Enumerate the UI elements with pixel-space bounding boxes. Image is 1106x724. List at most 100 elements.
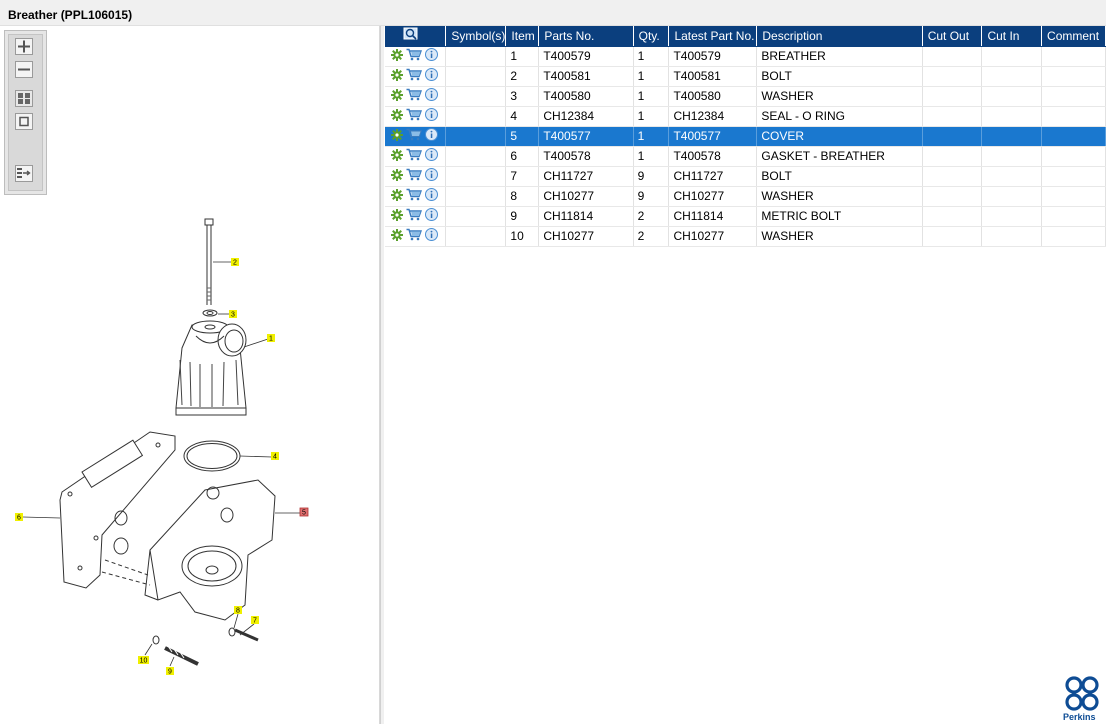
callout-2-label: 2: [233, 260, 237, 267]
cell-item: 7: [505, 166, 540, 187]
cell-latest-part-no: T400579: [668, 46, 758, 67]
cell-cut-out: [922, 186, 983, 207]
table-row[interactable]: 3 T400580 1 T400580 WASHER: [385, 86, 1106, 107]
list-view-icon[interactable]: [15, 165, 33, 182]
cell-parts-no: T400578: [538, 146, 634, 167]
gear-icon[interactable]: [391, 228, 403, 244]
info-icon[interactable]: [425, 48, 438, 64]
column-header-symbols[interactable]: Symbol(s): [445, 26, 507, 47]
info-icon[interactable]: [425, 128, 438, 144]
table-row[interactable]: 1 T400579 1 T400579 BREATHER: [385, 46, 1106, 67]
gear-icon[interactable]: [391, 128, 403, 144]
gear-icon[interactable]: [391, 208, 403, 224]
cart-icon[interactable]: [406, 188, 422, 204]
table-row[interactable]: 4 CH12384 1 CH12384 SEAL - O RING: [385, 106, 1106, 127]
row-actions: [385, 66, 447, 87]
cell-item: 8: [505, 186, 540, 207]
info-icon[interactable]: [425, 208, 438, 224]
cell-description: COVER: [756, 126, 923, 147]
table-row[interactable]: 8 CH10277 9 CH10277 WASHER: [385, 186, 1106, 207]
cart-icon[interactable]: [406, 228, 422, 244]
callout-4-label: 4: [273, 454, 277, 461]
info-icon[interactable]: [425, 228, 438, 244]
cart-icon[interactable]: [406, 88, 422, 104]
zoom-in-icon[interactable]: [15, 38, 33, 55]
gear-icon[interactable]: [391, 88, 403, 104]
cart-icon[interactable]: [406, 68, 422, 84]
row-actions: [385, 186, 447, 207]
cell-cut-out: [922, 66, 983, 87]
actual-size-icon[interactable]: [15, 113, 33, 130]
gear-icon[interactable]: [391, 148, 403, 164]
cell-parts-no: CH11727: [538, 166, 634, 187]
cart-icon[interactable]: [406, 48, 422, 64]
column-header-cut-out[interactable]: Cut Out: [922, 26, 983, 47]
table-row[interactable]: 10 CH10277 2 CH10277 WASHER: [385, 226, 1106, 247]
row-actions: [385, 146, 447, 167]
title-bar: Breather (PPL106015): [0, 0, 1106, 26]
callout-3-label: 3: [231, 312, 235, 319]
info-icon[interactable]: [425, 88, 438, 104]
cell-description: METRIC BOLT: [756, 206, 923, 227]
info-icon[interactable]: [425, 148, 438, 164]
gear-icon[interactable]: [391, 168, 403, 184]
table-row[interactable]: 2 T400581 1 T400581 BOLT: [385, 66, 1106, 87]
column-header-qty[interactable]: Qty.: [633, 26, 670, 47]
info-icon[interactable]: [425, 188, 438, 204]
column-header-cut-in[interactable]: Cut In: [981, 26, 1043, 47]
row-actions: [385, 226, 447, 247]
cell-symbols: [445, 126, 507, 147]
info-icon[interactable]: [425, 108, 438, 124]
column-header-comment[interactable]: Comment: [1041, 26, 1106, 47]
cell-comment: [1041, 206, 1106, 227]
cart-icon[interactable]: [406, 148, 422, 164]
cell-description: GASKET - BREATHER: [756, 146, 923, 167]
gear-icon[interactable]: [391, 188, 403, 204]
callout-1-label: 1: [269, 336, 273, 343]
cell-symbols: [445, 86, 507, 107]
cell-cut-out: [922, 146, 983, 167]
cell-item: 1: [505, 46, 540, 67]
cart-icon[interactable]: [406, 128, 422, 144]
cart-icon[interactable]: [406, 108, 422, 124]
cell-cut-in: [981, 106, 1043, 127]
table-row[interactable]: 9 CH11814 2 CH11814 METRIC BOLT: [385, 206, 1106, 227]
column-header-latest-part-no[interactable]: Latest Part No.: [668, 26, 758, 47]
cell-qty: 9: [633, 166, 670, 187]
cell-item: 9: [505, 206, 540, 227]
zoom-out-icon[interactable]: [15, 61, 33, 78]
fit-page-icon[interactable]: [15, 90, 33, 107]
cell-description: BOLT: [756, 166, 923, 187]
table-row[interactable]: 5 T400577 1 T400577 COVER: [385, 126, 1106, 147]
cart-icon[interactable]: [406, 208, 422, 224]
cell-comment: [1041, 186, 1106, 207]
table-header-row: Symbol(s) Item Parts No. Qty. Latest Par…: [385, 26, 1106, 47]
gear-icon[interactable]: [391, 68, 403, 84]
cell-cut-out: [922, 166, 983, 187]
column-header-item[interactable]: Item: [505, 26, 540, 47]
cell-comment: [1041, 66, 1106, 87]
table-row[interactable]: 6 T400578 1 T400578 GASKET - BREATHER: [385, 146, 1106, 167]
cell-qty: 2: [633, 206, 670, 227]
cell-comment: [1041, 226, 1106, 247]
search-columns-icon[interactable]: [403, 27, 419, 41]
gear-icon[interactable]: [391, 48, 403, 64]
cell-parts-no: CH10277: [538, 186, 634, 207]
cell-cut-in: [981, 66, 1043, 87]
gear-icon[interactable]: [391, 108, 403, 124]
callout-10-label: 10: [140, 658, 148, 665]
column-header-parts-no[interactable]: Parts No.: [538, 26, 634, 47]
cell-cut-out: [922, 226, 983, 247]
cell-qty: 1: [633, 146, 670, 167]
row-actions: [385, 206, 447, 227]
cell-parts-no: T400580: [538, 86, 634, 107]
table-row[interactable]: 7 CH11727 9 CH11727 BOLT: [385, 166, 1106, 187]
parts-table-body: 1 T400579 1 T400579 BREATHER 2 T400581 1 T400581…: [385, 46, 1106, 247]
column-header-actions[interactable]: [385, 26, 447, 47]
info-icon[interactable]: [425, 68, 438, 84]
row-actions: [385, 46, 447, 67]
row-actions: [385, 86, 447, 107]
column-header-description[interactable]: Description: [756, 26, 923, 47]
cart-icon[interactable]: [406, 168, 422, 184]
info-icon[interactable]: [425, 168, 438, 184]
